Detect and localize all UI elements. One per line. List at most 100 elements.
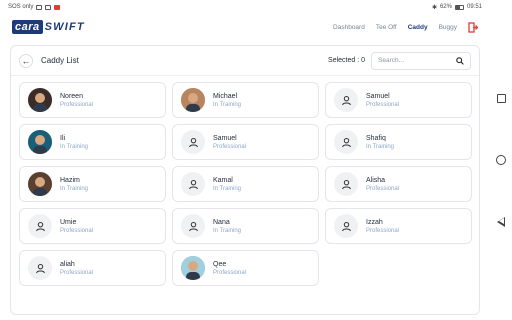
caddy-name: Umie [60,218,77,226]
caddy-grid: Noreen Professional Michael In Training Samu… [19,82,472,286]
caddy-name: Alisha [366,176,386,184]
caddy-name: Hazim [60,176,80,184]
caddy-info: Kamal In Training [213,177,241,192]
caddy-role: In Training [60,143,89,150]
caddy-info: Qee Professional [213,261,246,276]
caddy-card[interactable]: Umie Professional [19,208,166,244]
caddy-info: Hazim In Training [60,177,88,192]
back-button[interactable]: ← [19,53,33,68]
user-icon [334,130,358,154]
caddy-role: In Training [213,227,242,234]
caddy-role: Professional [213,143,247,150]
user-icon [181,172,205,196]
caddy-name: Izzah [366,218,383,226]
user-icon [334,172,358,196]
caddy-info: Samuel Professional [366,93,399,108]
caddy-info: Ili In Training [60,135,88,150]
caddy-card[interactable]: Shafiq In Training [325,124,472,160]
user-icon [181,214,205,238]
caddy-name: aliah [60,260,75,268]
user-icon [334,214,358,238]
panel-header: ← Caddy List Selected : 0 [11,46,479,76]
caddy-photo [28,130,52,154]
caddy-card[interactable]: Hazim In Training [19,166,166,202]
caddy-list-panel: ← Caddy List Selected : 0 NoreenProfessi… [10,45,480,315]
search-input[interactable] [378,57,456,64]
back-icon[interactable] [497,216,505,227]
app-logo: cara SWIFT [12,20,85,34]
caddy-info: Samuel Professional [213,135,246,150]
caddy-card[interactable]: Michael In Training [172,82,319,118]
caddy-name: Shafiq [366,134,386,142]
caddy-name: Nana [213,218,230,226]
caddy-role: Professional [366,227,400,234]
system-nav-bar [490,0,512,320]
caddy-info: Umie Professional [60,219,93,234]
caddy-name: Qee [213,260,227,268]
caddy-role: In Training [213,185,242,192]
recent-apps-icon[interactable] [496,93,506,103]
user-icon [334,88,358,112]
caddy-info: Nana In Training [213,219,241,234]
mail-icon [45,4,52,10]
user-icon [28,256,52,280]
caddy-role: Professional [366,185,400,192]
wifi-icon [36,4,43,10]
caddy-name: Noreen [60,92,83,100]
caddy-card[interactable]: aliah Professional [19,250,166,286]
caddy-name: Ili [60,134,66,142]
caddy-card[interactable]: Alisha Professional [325,166,472,202]
battery-icon [454,4,464,10]
app-header: cara SWIFT Dashboard Tee Off Caddy Buggy [0,14,490,40]
caddy-info: Alisha Professional [366,177,399,192]
caddy-role: Professional [213,269,247,276]
caddy-photo [28,88,52,112]
caddy-photo [181,256,205,280]
caddy-role: Professional [366,101,400,108]
logout-icon[interactable] [468,21,479,33]
caddy-card[interactable]: Nana In Training [172,208,319,244]
status-bar: SOS only ✱ 62% 09:51 [0,0,490,14]
caddy-card[interactable]: Samuel Professional [325,82,472,118]
user-icon [181,130,205,154]
battery-percent: 62% [439,4,452,10]
caddy-card[interactable]: Samuel Professional [172,124,319,160]
caddy-name: Kamal [213,176,233,184]
caddy-info: Shafiq In Training [366,135,394,150]
caddy-card[interactable]: Qee Professional [172,250,319,286]
caddy-card[interactable]: Izzah Professional [325,208,472,244]
caddy-info: Izzah Professional [366,219,399,234]
caddy-card[interactable]: Ili In Training [19,124,166,160]
status-network-text: SOS only [8,4,34,10]
caddy-role: In Training [60,185,89,192]
nav-tee-off[interactable]: Tee Off [376,24,397,31]
search-icon[interactable] [456,56,464,65]
nav-dashboard[interactable]: Dashboard [333,24,365,31]
caddy-role: Professional [60,101,94,108]
caddy-name: Samuel [213,134,237,142]
home-icon[interactable] [496,154,506,165]
caddy-name: Samuel [366,92,390,100]
caddy-info: aliah Professional [60,261,93,276]
selected-count: Selected : 0 [328,57,365,64]
caddy-card[interactable]: Noreen Professional [19,82,166,118]
page-title: Caddy List [41,56,79,65]
caddy-role: In Training [366,143,395,150]
caddy-role: Professional [60,227,94,234]
nav-caddy[interactable]: Caddy [408,24,428,31]
caddy-card[interactable]: Kamal In Training [172,166,319,202]
caddy-role: Professional [60,269,94,276]
caddy-name: Michael [213,92,238,100]
top-nav: Dashboard Tee Off Caddy Buggy [333,21,479,33]
nav-buggy[interactable]: Buggy [439,24,457,31]
arrow-left-icon: ← [21,55,31,66]
user-icon [28,214,52,238]
status-time: 09:51 [466,4,482,10]
caddy-info: Noreen Professional [60,93,93,108]
search-box[interactable] [371,51,471,70]
caddy-photo [181,88,205,112]
notification-icon [54,4,61,10]
caddy-photo [28,172,52,196]
caddy-role: In Training [213,101,242,108]
caddy-info: Michael In Training [213,93,241,108]
